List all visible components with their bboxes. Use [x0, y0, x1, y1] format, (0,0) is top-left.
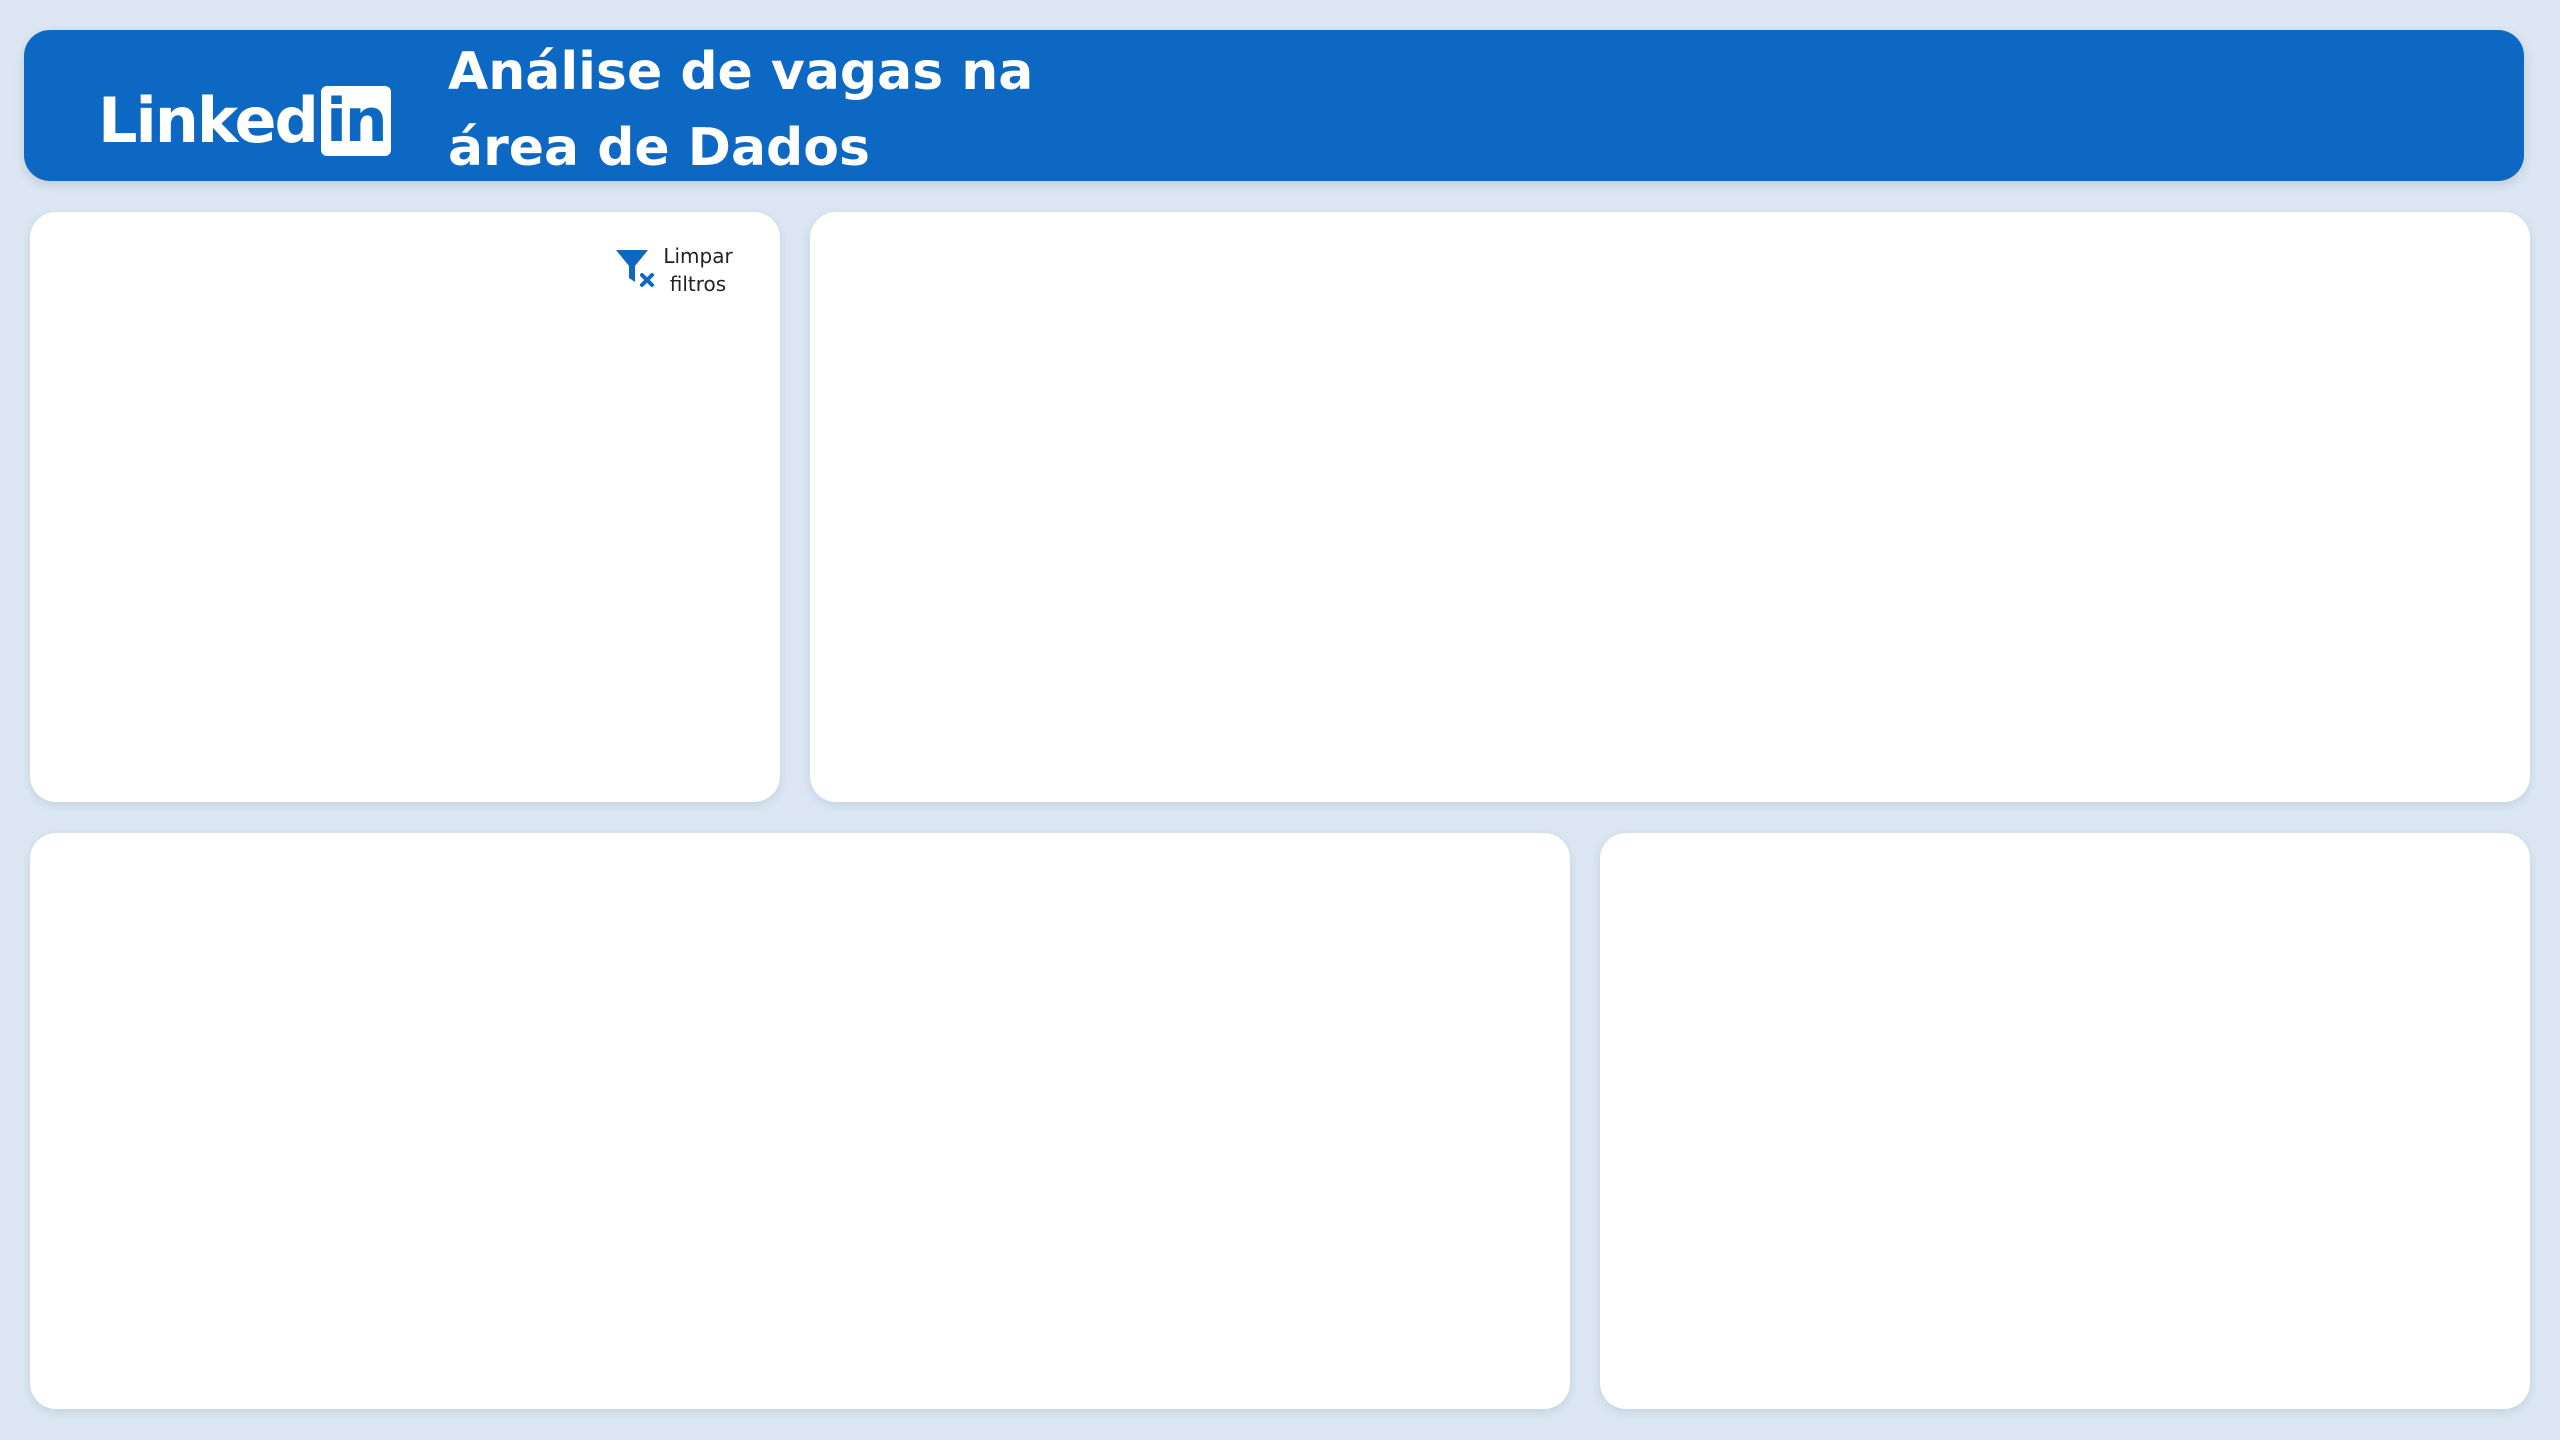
visual-panel-bottom-left: [30, 833, 1570, 1409]
visual-panel-bottom-right: [1600, 833, 2530, 1409]
filter-panel: Limpar filtros: [30, 212, 780, 802]
linkedin-logo: Linked in: [98, 70, 391, 172]
logo-in-box: in: [320, 86, 391, 156]
visual-panel-top-right: [810, 212, 2530, 802]
filter-clear-icon: [614, 242, 658, 294]
clear-filters-label: Limpar filtros: [663, 244, 733, 296]
page-title: Análise de vagas na área de Dados: [448, 42, 1034, 178]
clear-filters-button[interactable]: Limpar filtros: [614, 242, 738, 298]
header-banner: Linked in Análise de vagas na área de Da…: [24, 30, 2524, 181]
logo-wordmark: Linked: [98, 84, 319, 157]
